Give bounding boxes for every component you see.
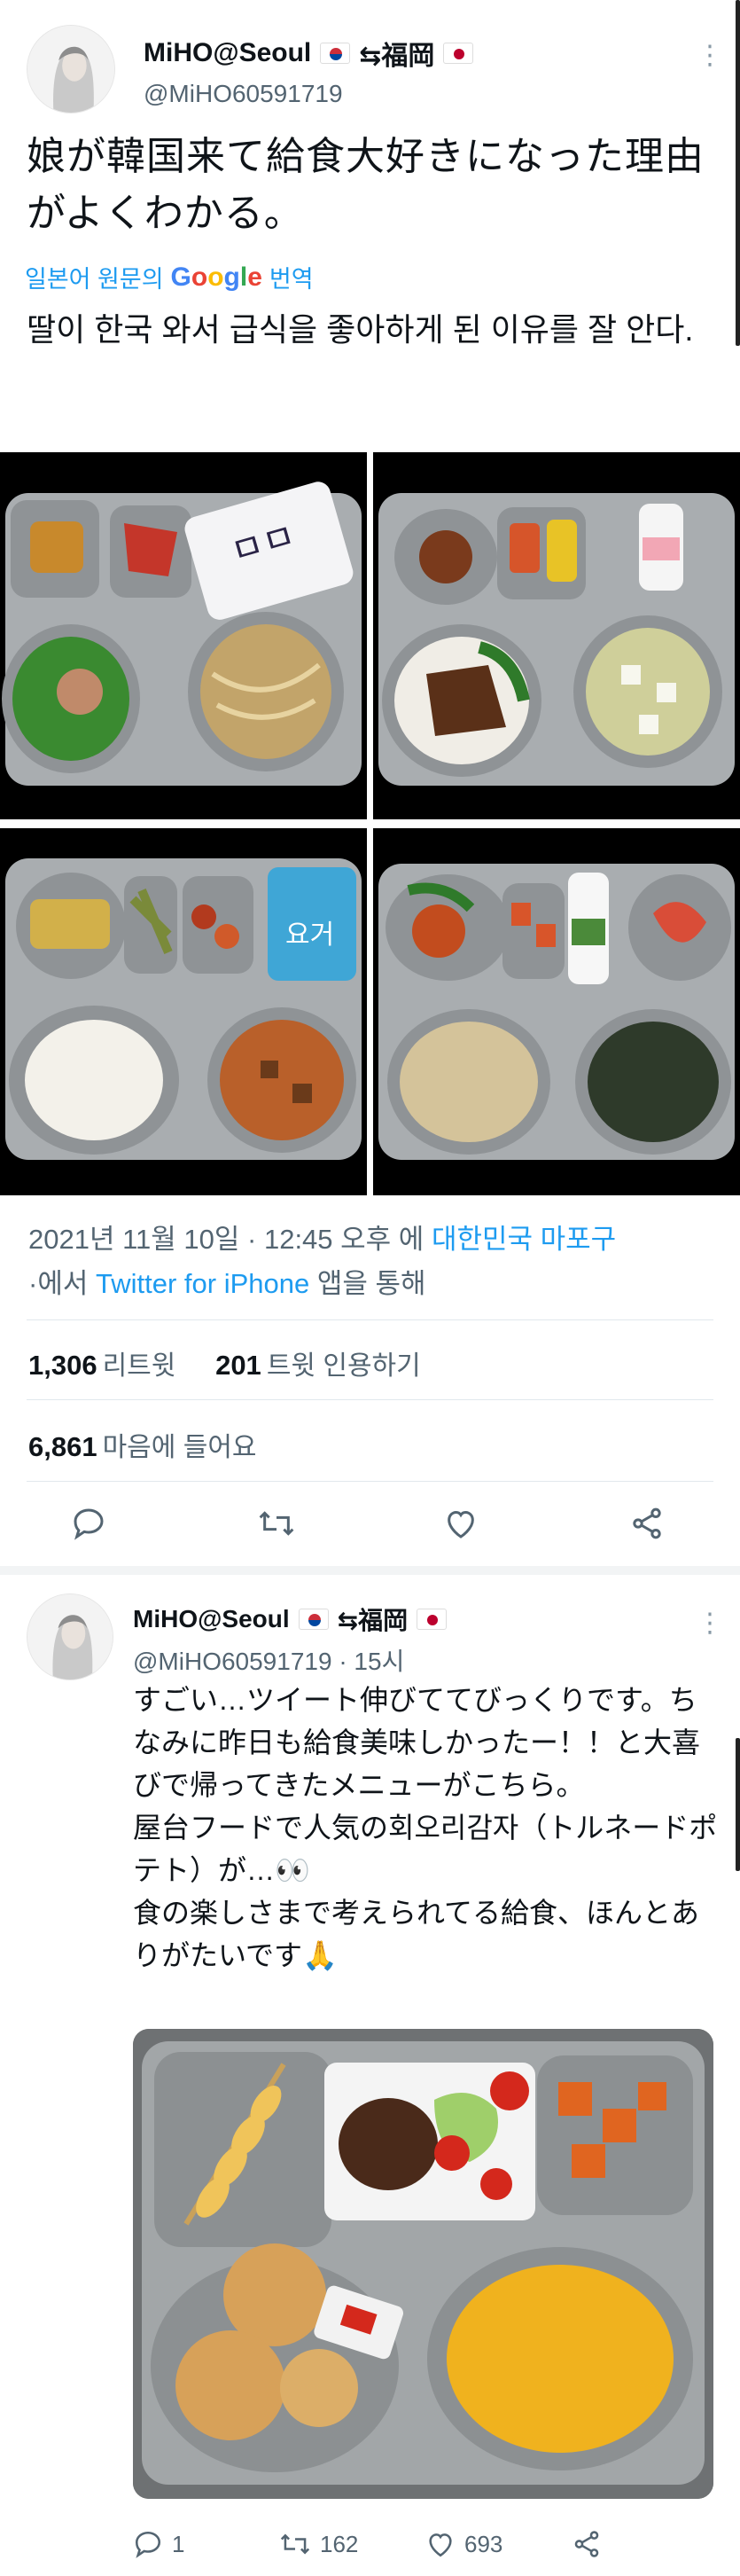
timestamp[interactable]: 2021년 11월 10일 · 12:45 오후 에 xyxy=(28,1224,424,1255)
likes-label: 마음에 들어요 xyxy=(102,1433,257,1462)
retweet-icon xyxy=(259,1511,294,1536)
retweet-button[interactable]: 162 xyxy=(279,2529,425,2559)
share-button[interactable] xyxy=(572,2529,602,2559)
reply-count: 1 xyxy=(172,2530,185,2557)
like-button[interactable] xyxy=(443,1506,629,1541)
retweets-label: 리트윗 xyxy=(102,1351,176,1381)
divider xyxy=(27,1481,713,1482)
display-name-text: MiHO@Seoul xyxy=(144,38,312,67)
retweet-icon xyxy=(280,2533,310,2555)
reply-lunch-photo[interactable] xyxy=(133,2029,713,2499)
like-icon xyxy=(429,2533,452,2557)
translate-label: 일본어 원문의 xyxy=(25,266,164,293)
scrollbar-thumb[interactable] xyxy=(736,0,740,346)
japan-flag-icon xyxy=(417,1609,448,1630)
like-button[interactable]: 693 xyxy=(425,2529,572,2559)
avatar[interactable] xyxy=(27,25,115,114)
lunch-photo-1[interactable]: ㅁㅁ xyxy=(0,452,367,819)
display-name[interactable]: MiHO@Seoul ⇆福岡 xyxy=(133,1601,448,1637)
share-icon xyxy=(633,1507,661,1539)
quotes-link[interactable]: 201 트윗 인용하기 xyxy=(215,1350,421,1381)
lunch-photo-3[interactable]: 요거 xyxy=(0,828,367,1195)
reply-icon xyxy=(135,2531,161,2558)
timestamp-line: 2021년 11월 10일 · 12:45 오후 에 대한민국 마포구 xyxy=(28,1217,616,1257)
translated-text: 딸이 한국 와서 급식을 좋아하게 된 이유를 잘 안다. xyxy=(27,311,694,348)
divider xyxy=(27,1399,713,1400)
quotes-label: 트윗 인용하기 xyxy=(266,1351,421,1381)
google-logo: Google xyxy=(170,262,262,292)
reply-text: すごい…ツイート伸びててびっくりです。ちなみに昨日も給食美味しかったー！！と大喜… xyxy=(133,1684,718,1971)
scrollbar-thumb[interactable] xyxy=(736,1738,740,1871)
avatar[interactable] xyxy=(27,1593,113,1680)
quotes-count: 201 xyxy=(215,1350,261,1381)
photo-grid: ㅁㅁ 요거 xyxy=(0,452,740,1195)
name-suffix: ⇆福岡 xyxy=(337,1607,409,1634)
likes-stats[interactable]: 6,861 마음에 들어요 xyxy=(28,1425,257,1464)
lunch-photo-2[interactable] xyxy=(373,452,740,819)
likes-count: 6,861 xyxy=(28,1431,97,1462)
retweet-button[interactable] xyxy=(257,1506,443,1541)
reply-button[interactable]: 1 xyxy=(133,2529,279,2559)
user-handle[interactable]: @MiHO60591719 xyxy=(144,80,343,108)
retweets-count: 1,306 xyxy=(28,1350,97,1381)
reply-icon xyxy=(74,1508,104,1540)
reply-action-bar: 1 162 693 xyxy=(133,2529,602,2559)
like-count: 693 xyxy=(464,2530,503,2557)
tweet-text: 娘が韓国来て給食大好きになった理由がよくわかる。 xyxy=(27,135,705,235)
via-prefix: ·에서 xyxy=(28,1268,89,1299)
divider xyxy=(27,1319,713,1320)
action-bar xyxy=(71,1506,665,1541)
retweet-count: 162 xyxy=(320,2530,359,2557)
japan-flag-icon xyxy=(443,43,474,64)
retweets-link[interactable]: 1,306 리트윗 xyxy=(28,1350,176,1381)
korea-flag-icon xyxy=(298,1609,329,1630)
display-name-text: MiHO@Seoul xyxy=(133,1605,290,1633)
share-button[interactable] xyxy=(629,1506,665,1541)
translate-link[interactable]: 일본어 원문의 Google 번역 xyxy=(25,260,314,294)
like-icon xyxy=(448,1510,474,1539)
user-handle[interactable]: @MiHO60591719 · 15시 xyxy=(133,1642,404,1678)
display-name[interactable]: MiHO@Seoul ⇆福岡 xyxy=(144,34,474,73)
svg-text:요거: 요거 xyxy=(285,920,334,951)
location-link[interactable]: 대한민국 마포구 xyxy=(432,1224,616,1255)
more-icon[interactable]: ⋮ xyxy=(697,43,723,69)
client-line: ·에서 Twitter for iPhone 앱을 통해 xyxy=(28,1261,426,1301)
share-icon xyxy=(574,2531,599,2557)
tweet-separator xyxy=(0,1566,740,1575)
korea-flag-icon xyxy=(320,43,351,64)
lunch-photo-4[interactable] xyxy=(373,828,740,1195)
client-link[interactable]: Twitter for iPhone xyxy=(96,1268,309,1299)
retweet-stats: 1,306 리트윗 201 트윗 인용하기 xyxy=(28,1343,421,1382)
more-icon[interactable]: ⋮ xyxy=(697,1610,723,1637)
name-suffix: ⇆福岡 xyxy=(359,42,435,71)
translate-suffix: 번역 xyxy=(269,266,314,293)
via-suffix: 앱을 통해 xyxy=(316,1268,426,1299)
reply-button[interactable] xyxy=(71,1506,257,1541)
